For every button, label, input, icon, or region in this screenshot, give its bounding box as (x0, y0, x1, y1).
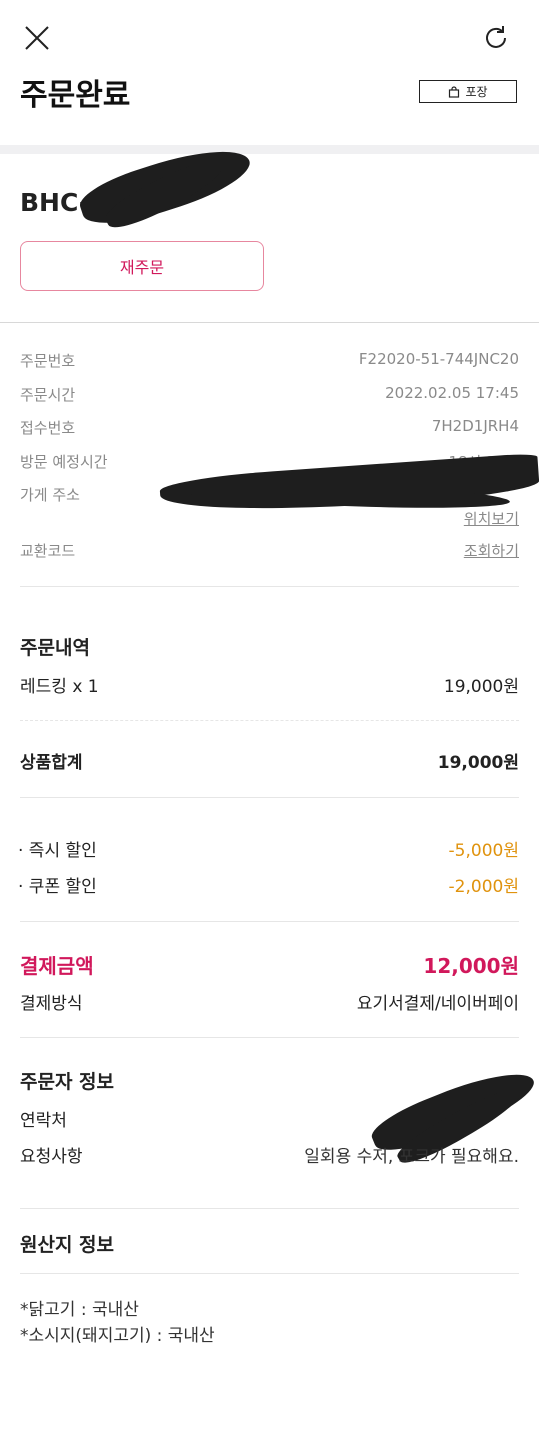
refresh-icon (486, 26, 506, 48)
shopping-bag-icon (449, 85, 460, 98)
order-item-name: 레드킹 x 1 (20, 677, 99, 697)
order-item-price: 19,000원 (443, 677, 519, 697)
close-icon (25, 26, 49, 50)
view-location-link[interactable]: 위치보기 (464, 508, 519, 529)
coupon-discount-label: · 쿠폰 할인 (18, 877, 97, 897)
request-value: 일회용 수저, 포크가 필요해요. (304, 1147, 519, 1167)
subtotal-label: 상품합계 (20, 753, 83, 773)
reorder-button[interactable]: 재주문 (20, 241, 264, 291)
refresh-button[interactable] (476, 18, 516, 58)
store-address-label: 가게 주소 (20, 486, 80, 504)
payment-total-label: 결제금액 (20, 954, 94, 978)
origin-line: *닭고기 : 국내산 (20, 1300, 139, 1320)
divider (20, 720, 519, 721)
payment-method-value: 요기서결제/네이버페이 (356, 994, 519, 1014)
divider (20, 586, 519, 587)
instant-discount-value: -5,000원 (448, 841, 519, 861)
subtotal-value: 19,000원 (437, 753, 519, 773)
packaging-label: 포장 (465, 85, 488, 99)
request-label: 요청사항 (20, 1147, 83, 1167)
close-button[interactable] (17, 18, 57, 58)
order-number-value: F22020-51-744JNC20 (358, 350, 519, 368)
divider (20, 797, 519, 798)
order-number-label: 주문번호 (20, 352, 76, 370)
orderer-info-title: 주문자 정보 (20, 1071, 115, 1093)
instant-discount-label: · 즉시 할인 (18, 841, 97, 861)
divider (0, 322, 539, 323)
order-time-label: 주문시간 (20, 386, 76, 404)
exchange-code-link[interactable]: 조회하기 (464, 540, 519, 561)
origin-info-title: 원산지 정보 (20, 1234, 115, 1256)
packaging-badge: 포장 (419, 80, 517, 103)
coupon-discount-value: -2,000원 (448, 877, 519, 897)
origin-line: *소시지(돼지고기) : 국내산 (20, 1326, 215, 1346)
order-details-title: 주문내역 (20, 637, 90, 659)
page-title: 주문완료 (20, 78, 131, 113)
divider (20, 1273, 519, 1274)
exchange-code-label: 교환코드 (20, 542, 76, 560)
payment-total-value: 12,000원 (423, 954, 519, 978)
order-time-value: 2022.02.05 17:45 (385, 384, 519, 402)
receipt-number-value: 7H2D1JRH4 (431, 417, 519, 435)
divider (20, 1208, 519, 1209)
divider (20, 921, 519, 922)
receipt-number-label: 접수번호 (20, 419, 76, 437)
section-separator (0, 145, 539, 154)
divider (20, 1037, 519, 1038)
contact-label: 연락처 (20, 1111, 67, 1131)
visit-time-label: 방문 예정시간 (20, 453, 108, 471)
store-name: BHC- (20, 188, 90, 217)
payment-method-label: 결제방식 (20, 994, 83, 1014)
